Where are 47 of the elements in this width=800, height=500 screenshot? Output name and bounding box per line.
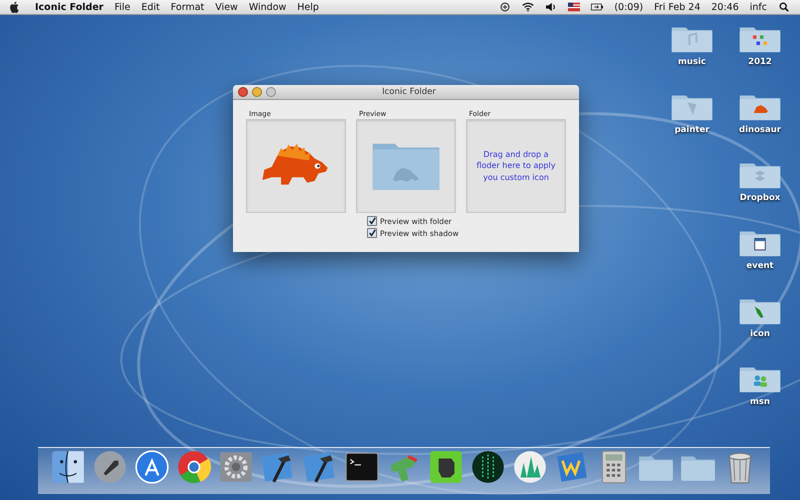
minimize-button[interactable] [252,87,262,97]
folder-label: Dropbox [740,193,780,203]
folder-label: dinosaur [739,125,781,135]
folder-label: 2012 [748,57,772,67]
menu-time[interactable]: 20:46 [711,2,739,12]
checkbox[interactable] [367,228,377,238]
volume-icon[interactable] [545,2,558,12]
menu-item[interactable]: Edit [141,2,160,12]
folder-label: music [678,57,706,67]
glowing-orb-icon[interactable] [469,448,507,486]
drop-instructions: Drag and drop a floder here to apply you custom icon [476,149,556,183]
folder-label: icon [750,329,770,339]
menu-item[interactable]: Format [170,2,204,12]
zoom-button[interactable] [266,87,276,97]
desktop-folder[interactable]: music [666,22,718,84]
finder-face-icon[interactable] [49,448,87,486]
search-icon[interactable] [778,2,790,12]
desktop-folder[interactable]: Dropbox [734,158,786,220]
menu-item[interactable]: View [215,2,238,12]
folder-label: msn [750,397,770,407]
user-name[interactable]: infc [750,2,767,12]
window-title: Iconic Folder [381,87,437,97]
menu-item[interactable]: Help [297,2,319,12]
apple-icon[interactable] [10,1,20,13]
image-well[interactable] [246,119,346,213]
flag-icon[interactable] [568,2,580,12]
desktop-folder[interactable]: 2012 [734,22,786,84]
desktop-folder[interactable]: event [734,226,786,288]
folder-label: event [746,261,774,271]
checkbox[interactable] [367,216,377,226]
menu-item[interactable]: Window [248,2,286,12]
browser-icon[interactable] [175,448,213,486]
bar-chart-icon[interactable] [511,448,549,486]
battery-icon[interactable] [591,2,604,12]
app-menu[interactable]: Iconic Folder [35,2,104,12]
desktop-folder[interactable]: msn [734,362,786,424]
close-button[interactable] [238,87,248,97]
app-store-icon[interactable] [133,448,171,486]
wifi-icon[interactable] [522,2,534,12]
menu-date[interactable]: Fri Feb 24 [654,2,700,12]
drop-zone[interactable]: Drag and drop a floder here to apply you custom icon [466,119,566,213]
desktop-folder[interactable]: icon [734,294,786,356]
desktop-folder[interactable]: dinosaur [734,90,786,152]
battery-time: (0:09) [614,2,644,12]
menu-item[interactable]: File [114,2,130,12]
desktop-folder[interactable]: painter [666,90,718,152]
folder-label: painter [674,125,710,135]
